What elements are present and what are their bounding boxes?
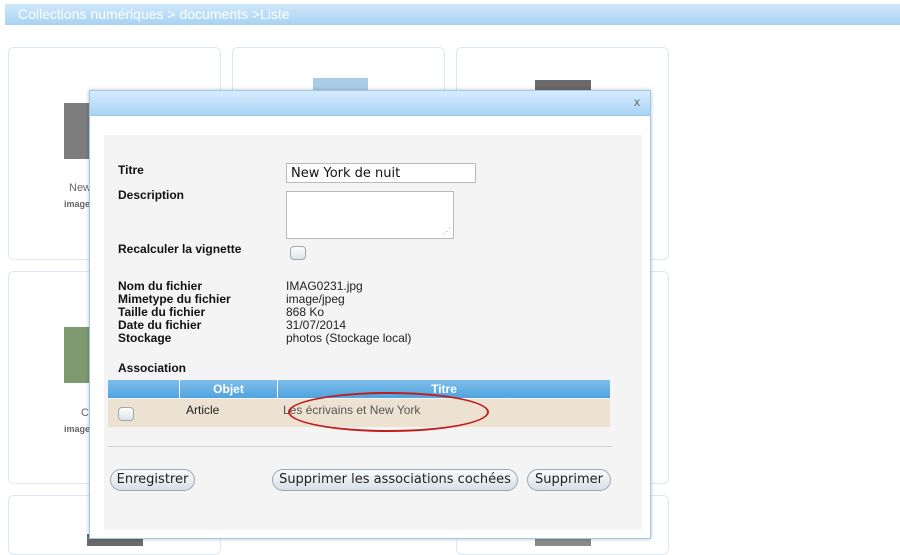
delete-button[interactable]: Supprimer <box>527 469 611 491</box>
titre-label: Titre <box>118 163 144 177</box>
divider <box>108 446 612 447</box>
tile-type: image <box>64 424 91 434</box>
recalc-checkbox[interactable] <box>290 246 306 260</box>
column-header-titre: Titre <box>431 382 457 396</box>
recalc-label: Recalculer la vignette <box>118 242 242 256</box>
titre-cell[interactable]: Les écrivains et New York <box>283 403 420 431</box>
description-label: Description <box>118 188 185 202</box>
close-button[interactable]: x <box>634 95 640 109</box>
objet-cell: Article <box>186 403 220 417</box>
delete-associations-button[interactable]: Supprimer les associations cochées <box>272 469 518 491</box>
row-checkbox[interactable] <box>118 407 134 421</box>
storage-value: photos (Stockage local) <box>286 331 412 345</box>
row-checkbox-cell <box>108 399 180 427</box>
association-table-header: Objet Titre <box>108 380 610 398</box>
tile-type: image <box>64 199 91 209</box>
save-button[interactable]: Enregistrer <box>110 469 195 491</box>
dialog-form-panel: Titre New York de nuit Description ⋰ Rec… <box>104 135 642 530</box>
edit-document-dialog: x Titre New York de nuit Description ⋰ R… <box>89 90 651 539</box>
description-textarea[interactable]: ⋰ <box>286 191 454 239</box>
breadcrumb: Collections numériques > documents >List… <box>5 4 900 25</box>
tile-title: C <box>81 407 89 419</box>
resize-handle-icon[interactable]: ⋰ <box>443 227 451 236</box>
association-label: Association <box>118 361 187 375</box>
storage-label: Stockage <box>118 331 172 345</box>
column-header-objet: Objet <box>180 380 278 398</box>
table-row: Article Les écrivains et New York <box>108 399 610 427</box>
tile-title: New <box>69 182 92 194</box>
column-header-checkbox <box>108 380 180 398</box>
dialog-header: x <box>90 91 650 116</box>
titre-input[interactable]: New York de nuit <box>286 163 476 183</box>
